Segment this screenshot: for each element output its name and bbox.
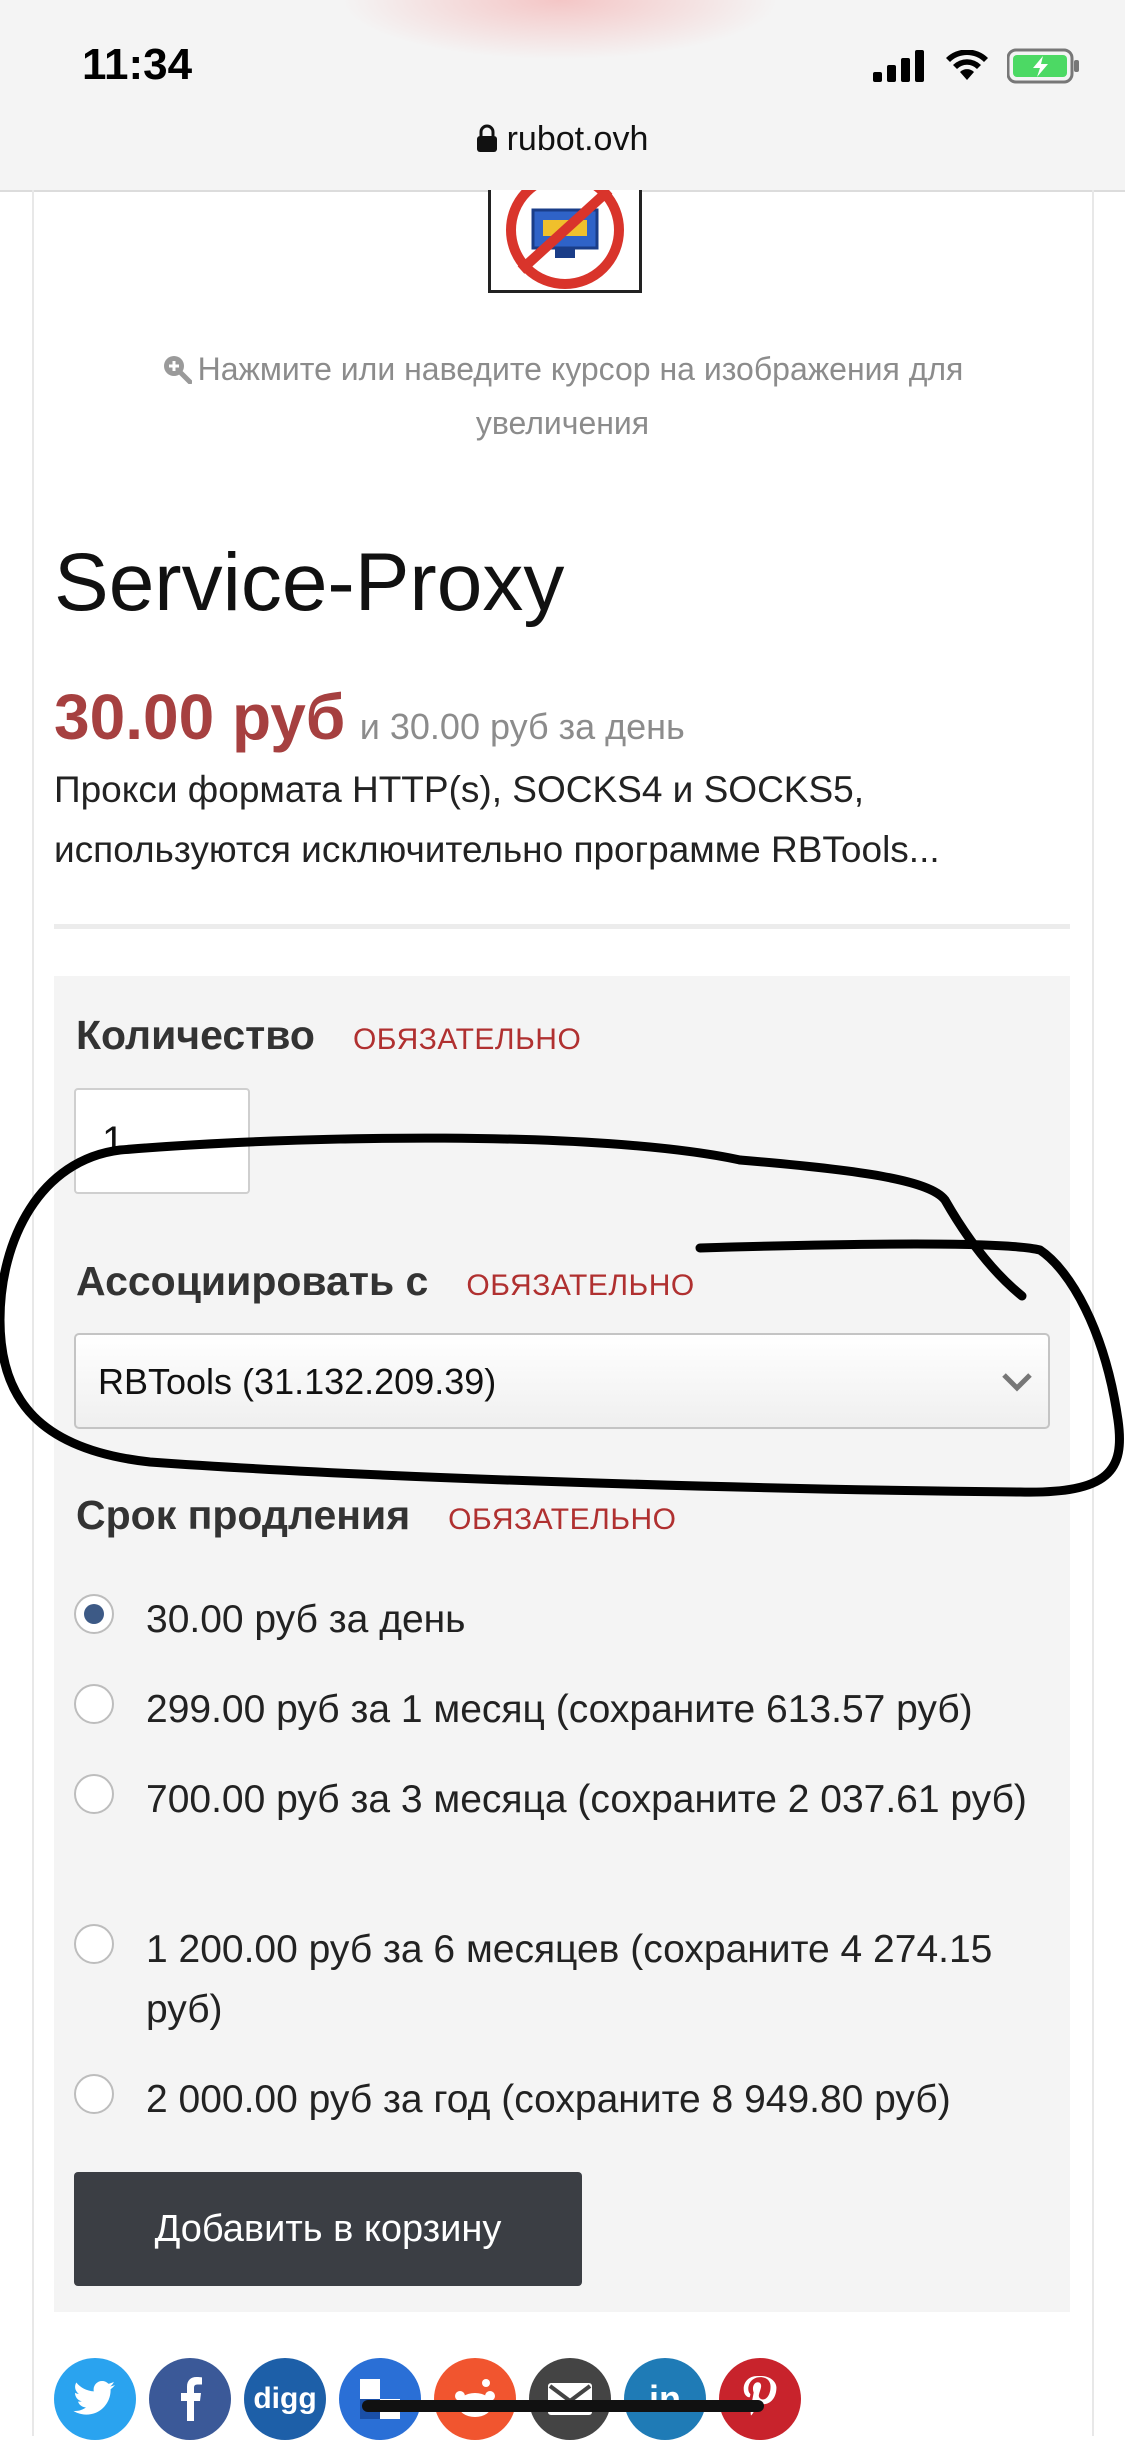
facebook-icon[interactable] [149,2358,231,2440]
linkedin-icon[interactable]: in [624,2358,706,2440]
reddit-icon[interactable] [434,2358,516,2440]
radio-button[interactable] [74,1924,114,1964]
associate-label-text: Ассоциировать с [76,1258,429,1304]
product-description: Прокси формата HTTP(s), SOCKS4 и SOCKS5,… [54,769,940,870]
radio-button[interactable] [74,2074,114,2114]
product-price: 30.00 руб и 30.00 руб за день [54,680,685,754]
zoom-hint-text: Нажмите или наведите курсор на изображен… [197,351,964,441]
price-note: и 30.00 руб за день [359,706,685,747]
associate-selected-value: RBTools (31.132.209.39) [98,1361,497,1402]
renewal-label: Срок продления ОБЯЗАТЕЛЬНО [76,1492,677,1539]
status-time: 11:34 [82,40,193,89]
status-glow [340,0,780,60]
zoom-hint: Нажмите или наведите курсор на изображен… [120,342,1005,450]
quantity-input[interactable] [74,1088,250,1194]
digg-icon-text: digg [253,2382,317,2415]
required-badge: ОБЯЗАТЕЛЬНО [448,1503,677,1536]
delicious-icon[interactable] [339,2358,421,2440]
price-amount: 30.00 руб [54,681,346,753]
renewal-option-label: 700.00 руб за 3 месяца (сохраните 2 037.… [146,1778,1027,1821]
required-badge: ОБЯЗАТЕЛЬНО [466,1269,695,1302]
product-title: Service-Proxy [54,537,565,628]
radio-button[interactable] [74,1594,114,1634]
renewal-option-label: 30.00 руб за день [146,1598,466,1641]
linkedin-icon-text: in [649,2378,681,2419]
product-thumbnail[interactable] [488,190,642,293]
share-bar: digg in [54,2358,801,2440]
required-badge: ОБЯЗАТЕЛЬНО [352,1023,582,1056]
associate-select[interactable]: RBTools (31.132.209.39) [74,1333,1050,1429]
zoom-in-icon [163,356,192,384]
digg-icon[interactable]: digg [244,2358,326,2440]
home-indicator[interactable] [362,2400,764,2412]
radio-button[interactable] [74,1774,114,1814]
quantity-label: Количество ОБЯЗАТЕЛЬНО [76,1012,581,1059]
order-form: Количество ОБЯЗАТЕЛЬНО Ассоциировать с ОБЯ… [54,976,1070,2312]
wifi-icon [946,50,988,80]
address-bar[interactable]: rubot.ovh [0,120,1125,159]
add-to-cart-button[interactable]: Добавить в корзину [74,2172,582,2286]
quantity-label-text: Количество [76,1012,315,1058]
renewal-option-label: 299.00 руб за 1 месяц (сохраните 613.57 … [146,1688,973,1731]
status-icons [873,48,1081,84]
battery-icon [1007,48,1079,84]
associate-label: Ассоциировать с ОБЯЗАТЕЛЬНО [76,1258,695,1305]
url-text: rubot.ovh [506,120,649,158]
twitter-icon[interactable] [54,2358,136,2440]
status-bar: 11:34 rubot.ovh [0,0,1125,192]
email-icon[interactable] [529,2358,611,2440]
chevron-down-icon [1002,1373,1032,1392]
no-computer-icon [506,190,624,289]
renewal-label-text: Срок продления [76,1492,411,1538]
renewal-option-label: 2 000.00 руб за год (сохраните 8 949.80 … [146,2078,951,2121]
lock-icon [476,124,497,152]
divider [54,924,1070,929]
renewal-option-label: 1 200.00 руб за 6 месяцев (сохраните 4 2… [146,1928,993,2031]
signal-icon [873,50,924,82]
pinterest-icon[interactable] [719,2358,801,2440]
radio-button[interactable] [74,1684,114,1724]
